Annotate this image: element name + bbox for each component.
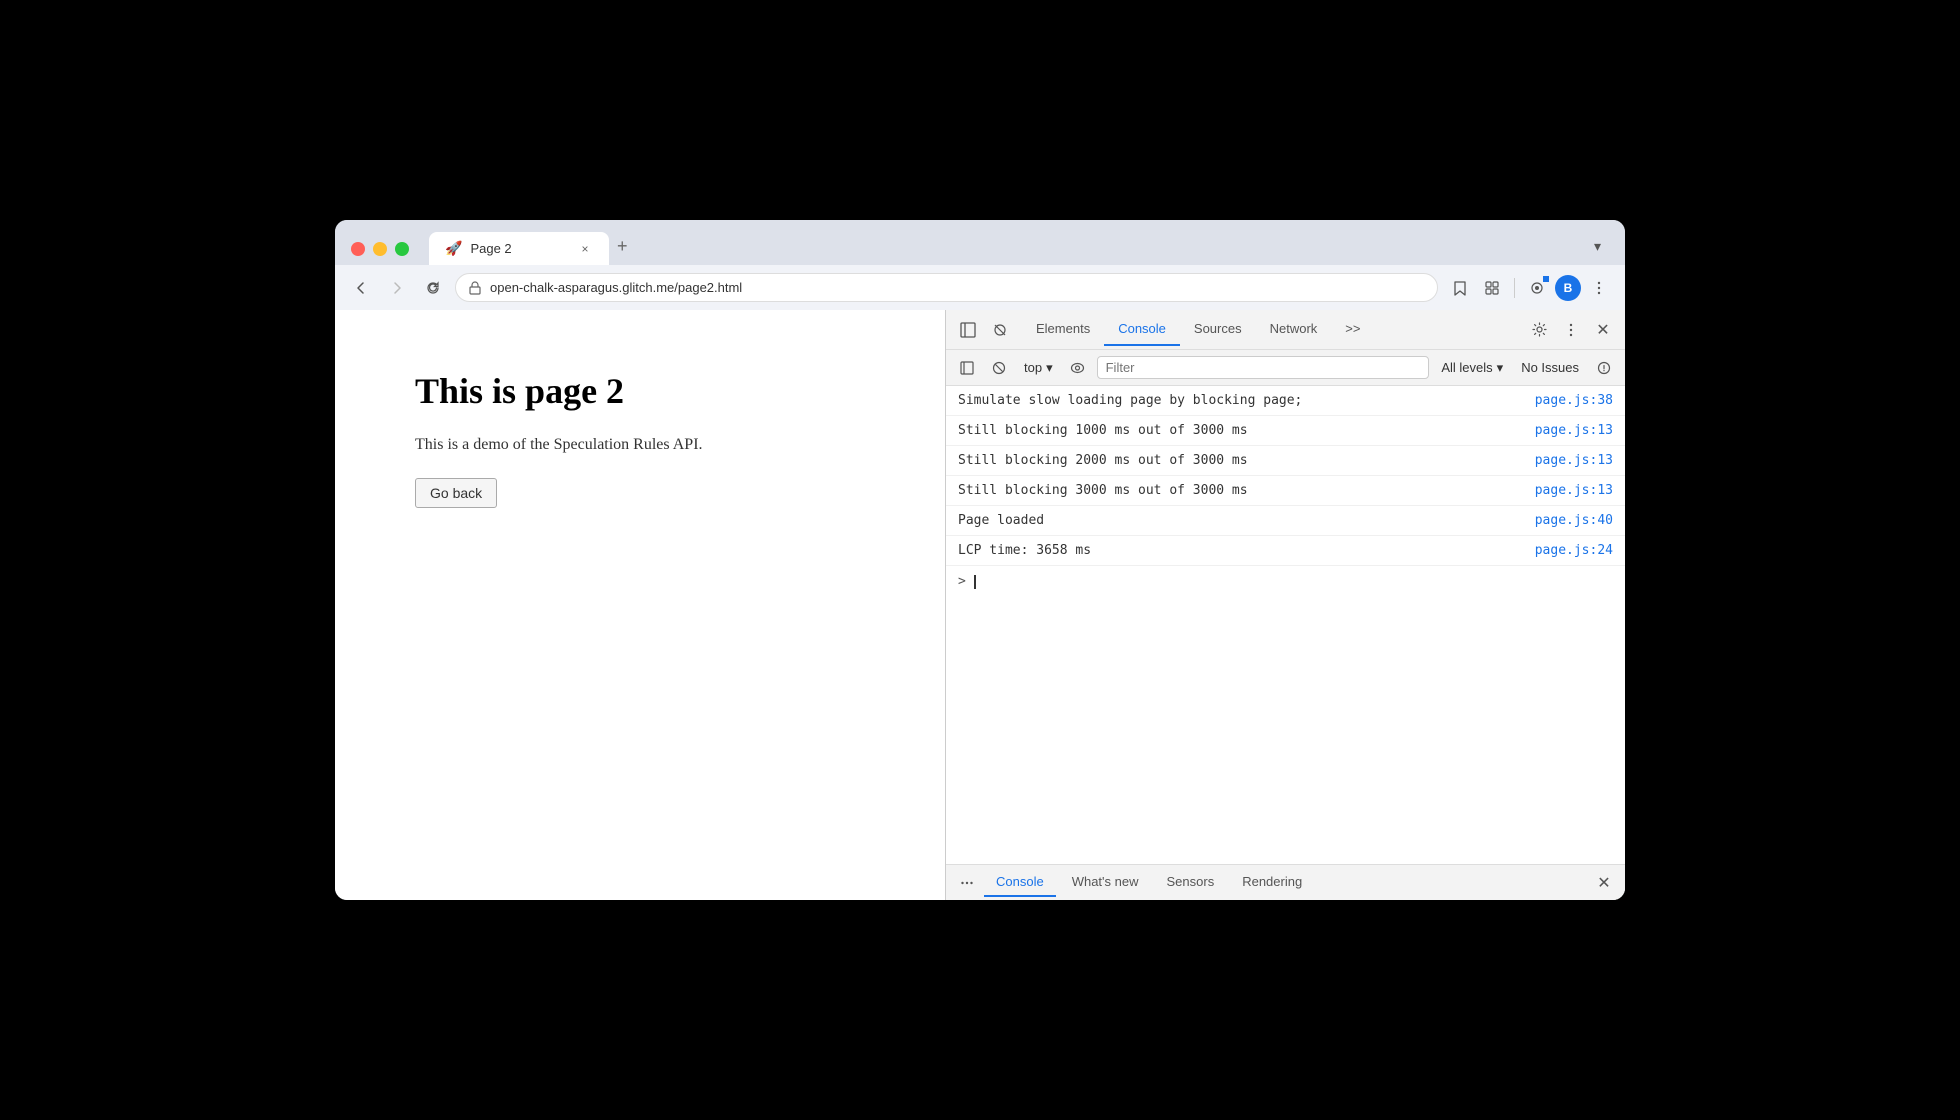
bottom-tab-sensors[interactable]: Sensors — [1155, 868, 1227, 897]
devtools-more-options-button[interactable] — [1557, 316, 1585, 344]
back-button[interactable] — [347, 274, 375, 302]
tab-console[interactable]: Console — [1104, 313, 1180, 346]
console-source-4[interactable]: page.js:13 — [1535, 483, 1613, 498]
tab-close-button[interactable]: × — [577, 241, 593, 257]
tab-network[interactable]: Network — [1256, 313, 1332, 346]
levels-label: All levels — [1441, 360, 1492, 375]
window-controls — [351, 242, 409, 256]
forward-button[interactable] — [383, 274, 411, 302]
address-bar[interactable]: open-chalk-asparagus.glitch.me/page2.htm… — [455, 273, 1438, 302]
tab-elements[interactable]: Elements — [1022, 313, 1104, 346]
console-source-1[interactable]: page.js:38 — [1535, 393, 1613, 408]
devtools-settings-button[interactable] — [1525, 316, 1553, 344]
page-content: This is page 2 This is a demo of the Spe… — [335, 310, 945, 900]
devtools-bottombar: Console What's new Sensors Rendering ✕ — [946, 864, 1625, 900]
nav-right-icons: B — [1446, 274, 1613, 302]
bottom-tab-rendering[interactable]: Rendering — [1230, 868, 1314, 897]
devtools-toggle-button[interactable] — [986, 316, 1014, 344]
nav-divider — [1514, 278, 1515, 298]
console-row: Page loaded page.js:40 — [946, 506, 1625, 536]
navigation-bar: open-chalk-asparagus.glitch.me/page2.htm… — [335, 265, 1625, 310]
devtools-panel: Elements Console Sources Network >> — [945, 310, 1625, 900]
console-toolbar: top ▾ All levels ▾ No Issues — [946, 350, 1625, 386]
console-message-3: Still blocking 2000 ms out of 3000 ms — [958, 453, 1535, 468]
tab-menu-button[interactable]: ▾ — [1586, 234, 1609, 259]
bottombar-more-button[interactable] — [954, 870, 980, 896]
reload-button[interactable] — [419, 274, 447, 302]
tab-sources[interactable]: Sources — [1180, 313, 1256, 346]
console-context-selector[interactable]: top ▾ — [1018, 358, 1059, 378]
console-message-4: Still blocking 3000 ms out of 3000 ms — [958, 483, 1535, 498]
active-tab[interactable]: 🚀 Page 2 × — [429, 232, 609, 265]
bookmark-button[interactable] — [1446, 274, 1474, 302]
console-message-5: Page loaded — [958, 513, 1535, 528]
console-source-5[interactable]: page.js:40 — [1535, 513, 1613, 528]
devtools-open-button[interactable] — [1523, 274, 1551, 302]
console-eye-button[interactable] — [1065, 355, 1091, 381]
console-filter-input[interactable] — [1097, 356, 1430, 379]
console-row: Simulate slow loading page by blocking p… — [946, 386, 1625, 416]
console-source-3[interactable]: page.js:13 — [1535, 453, 1613, 468]
devtools-topbar: Elements Console Sources Network >> — [946, 310, 1625, 350]
console-row: Still blocking 1000 ms out of 3000 ms pa… — [946, 416, 1625, 446]
context-dropdown-icon: ▾ — [1046, 360, 1053, 376]
console-clear-button[interactable] — [986, 355, 1012, 381]
browser-window: 🚀 Page 2 × + ▾ open-chalk-asparagus.glit… — [335, 220, 1625, 900]
console-sidebar-toggle[interactable] — [954, 355, 980, 381]
main-area: This is page 2 This is a demo of the Spe… — [335, 310, 1625, 900]
bottombar-close-button[interactable]: ✕ — [1591, 870, 1617, 896]
bottom-tab-whatsnew[interactable]: What's new — [1060, 868, 1151, 897]
console-message-1: Simulate slow loading page by blocking p… — [958, 393, 1535, 408]
console-row: Still blocking 3000 ms out of 3000 ms pa… — [946, 476, 1625, 506]
url-text: open-chalk-asparagus.glitch.me/page2.htm… — [490, 280, 1425, 295]
console-issues-settings[interactable] — [1591, 355, 1617, 381]
console-source-2[interactable]: page.js:13 — [1535, 423, 1613, 438]
console-source-6[interactable]: page.js:24 — [1535, 543, 1613, 558]
extensions-button[interactable] — [1478, 274, 1506, 302]
bottom-tab-console[interactable]: Console — [984, 868, 1056, 897]
console-issues-label: No Issues — [1515, 358, 1585, 377]
title-bar: 🚀 Page 2 × + ▾ — [335, 220, 1625, 265]
security-icon — [468, 281, 482, 295]
chrome-menu-button[interactable] — [1585, 274, 1613, 302]
new-tab-button[interactable]: + — [609, 232, 636, 261]
console-cursor — [974, 575, 976, 589]
devtools-tabs: Elements Console Sources Network >> — [1022, 313, 1374, 346]
console-row: LCP time: 3658 ms page.js:24 — [946, 536, 1625, 566]
console-message-6: LCP time: 3658 ms — [958, 543, 1535, 558]
levels-dropdown-icon: ▾ — [1497, 360, 1504, 376]
console-levels-selector[interactable]: All levels ▾ — [1435, 358, 1509, 378]
go-back-button[interactable]: Go back — [415, 478, 497, 508]
devtools-close-button[interactable]: ✕ — [1589, 316, 1617, 344]
tab-favicon-icon: 🚀 — [445, 240, 462, 257]
tab-bar: 🚀 Page 2 × + — [429, 232, 1574, 265]
console-output: Simulate slow loading page by blocking p… — [946, 386, 1625, 864]
tab-title: Page 2 — [470, 241, 569, 256]
maximize-button[interactable] — [395, 242, 409, 256]
minimize-button[interactable] — [373, 242, 387, 256]
page-description: This is a demo of the Speculation Rules … — [415, 436, 865, 454]
devtools-topbar-right: ✕ — [1525, 316, 1617, 344]
page-heading: This is page 2 — [415, 370, 865, 412]
profile-button[interactable]: B — [1555, 275, 1581, 301]
close-button[interactable] — [351, 242, 365, 256]
devtools-dock-button[interactable] — [954, 316, 982, 344]
console-message-2: Still blocking 1000 ms out of 3000 ms — [958, 423, 1535, 438]
console-input-row: > — [946, 566, 1625, 597]
console-prompt-icon: > — [958, 574, 966, 589]
console-row: Still blocking 2000 ms out of 3000 ms pa… — [946, 446, 1625, 476]
tab-more[interactable]: >> — [1331, 313, 1374, 346]
context-label: top — [1024, 360, 1042, 375]
